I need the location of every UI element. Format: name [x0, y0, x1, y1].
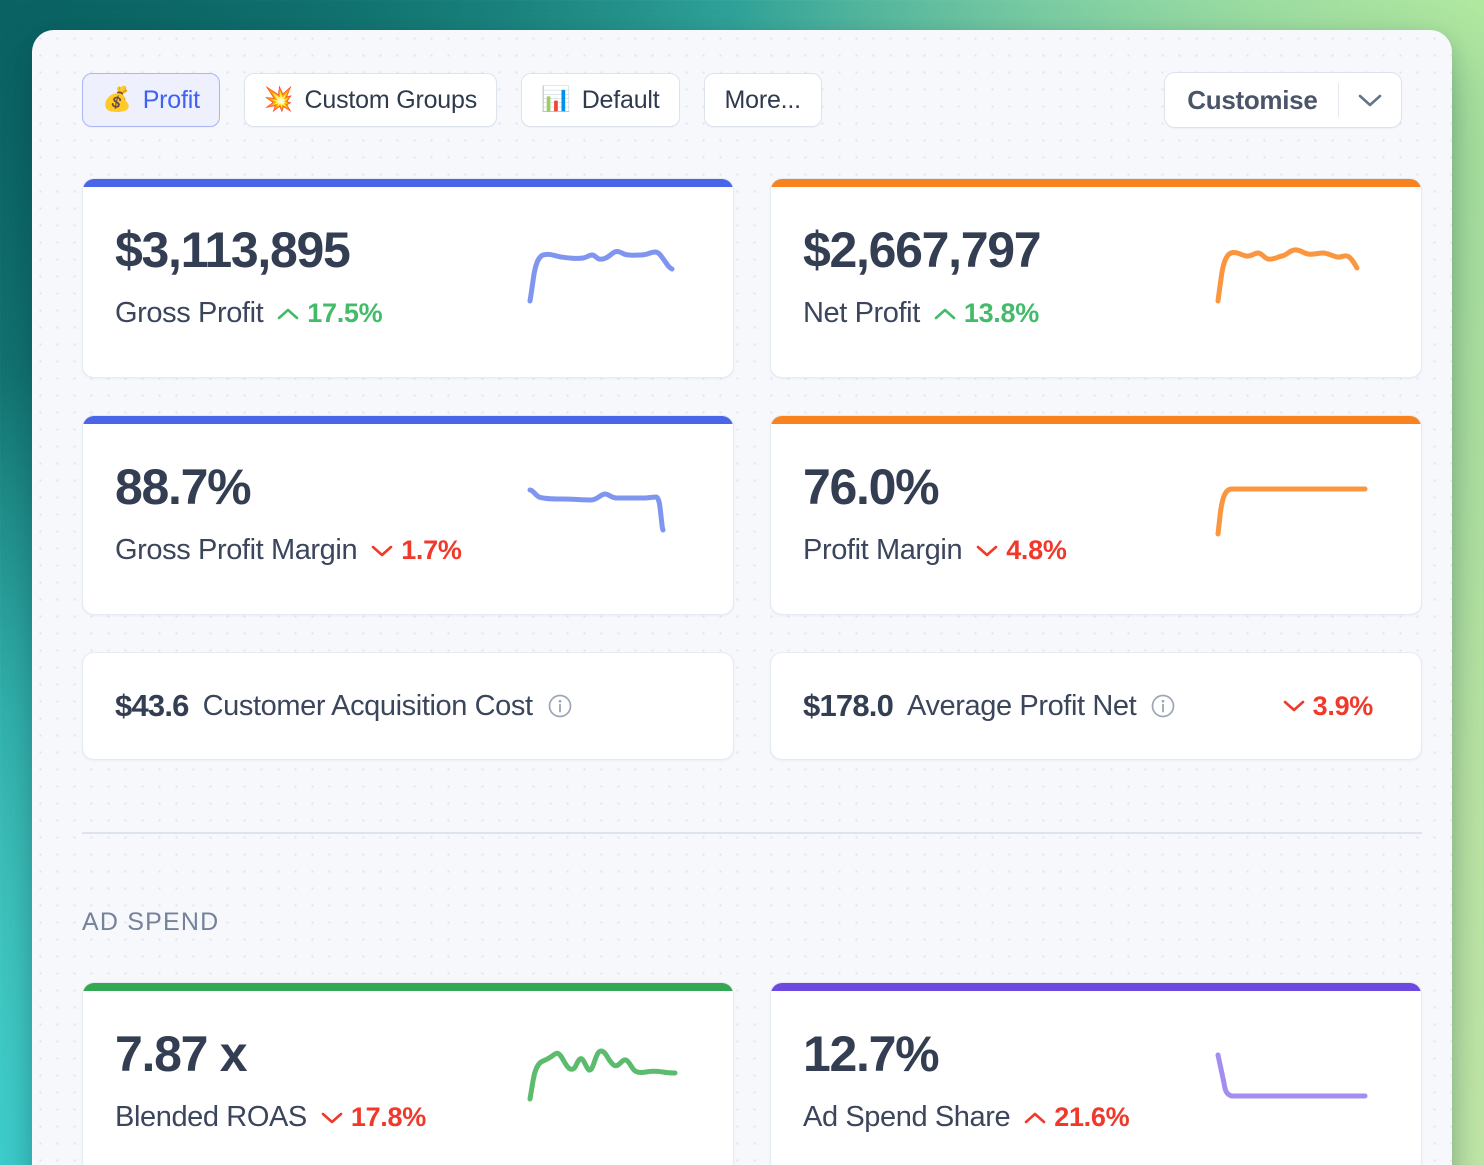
kpi-subline: Blended ROAS 17.8%: [115, 1101, 426, 1134]
arrow-down-icon: [371, 545, 393, 556]
card-gross-profit[interactable]: $3,113,895 Gross Profit 17.5%: [82, 178, 734, 378]
dashboard-window: 💰 Profit 💥 Custom Groups 📊 Default More.…: [32, 30, 1452, 1165]
kpi-subline: Profit Margin 4.8%: [803, 534, 1067, 567]
kpi-subline: Net Profit 13.8%: [803, 297, 1040, 330]
gross-profit-margin-sparkline: [525, 472, 685, 549]
card-accent-bar: [771, 179, 1421, 187]
compact-label: Average Profit Net: [907, 689, 1137, 722]
kpi-text: $2,667,797 Net Profit 13.8%: [803, 219, 1042, 330]
tab-more-label: More...: [724, 85, 802, 114]
sparkle-icon: 💥: [263, 86, 294, 113]
kpi-label: Gross Profit: [115, 297, 264, 329]
kpi-label: Gross Profit Margin: [115, 534, 358, 566]
kpi-delta-value: 17.5%: [307, 298, 383, 328]
card-blended-roas[interactable]: 7.87 x Blended ROAS 17.8%: [82, 982, 734, 1165]
kpi-delta-value: 13.8%: [963, 298, 1039, 328]
customise-label: Customise: [1187, 84, 1318, 115]
kpi-value: 7.87 x: [115, 1026, 248, 1082]
arrow-down-icon: [1283, 700, 1304, 712]
kpi-value: 76.0%: [803, 459, 940, 515]
ad-spend-share-sparkline: [1213, 1039, 1373, 1116]
card-gross-profit-margin[interactable]: 88.7% Gross Profit Margin 1.7%: [82, 415, 734, 615]
tab-profit-label: Profit: [142, 85, 200, 114]
kpi-delta: 1.7%: [370, 535, 462, 566]
card-ad-spend-share[interactable]: 12.7% Ad Spend Share 21.6%: [770, 982, 1422, 1165]
kpi-delta-value: 21.6%: [1054, 1102, 1130, 1132]
kpi-text: 12.7% Ad Spend Share 21.6%: [803, 1023, 1130, 1134]
tab-custom-groups[interactable]: 💥 Custom Groups: [243, 73, 497, 127]
customise-button[interactable]: Customise: [1164, 72, 1402, 128]
blended-roas-sparkline: [525, 1039, 685, 1116]
ad-spend-metrics-grid: 7.87 x Blended ROAS 17.8% 12.7% Ad Spend…: [82, 982, 1422, 1165]
compact-delta: 3.9%: [1282, 691, 1373, 722]
arrow-down-icon: [976, 545, 998, 556]
bar-chart-icon: 📊: [541, 86, 571, 113]
kpi-delta: 4.8%: [975, 535, 1067, 566]
kpi-value: 12.7%: [803, 1026, 940, 1082]
tab-default-label: Default: [581, 85, 660, 114]
card-accent-bar: [771, 983, 1421, 991]
kpi-subline: Gross Profit Margin 1.7%: [115, 534, 462, 567]
tab-default[interactable]: 📊 Default: [521, 73, 680, 127]
kpi-delta: 17.5%: [276, 298, 383, 329]
kpi-text: 76.0% Profit Margin 4.8%: [803, 456, 1067, 567]
kpi-delta-value: 17.8%: [350, 1102, 426, 1132]
arrow-up-icon: [1024, 1112, 1046, 1123]
kpi-subline: Gross Profit 17.5%: [115, 297, 383, 330]
kpi-delta: 13.8%: [933, 298, 1039, 329]
card-accent-bar: [83, 179, 733, 187]
kpi-text: 7.87 x Blended ROAS 17.8%: [115, 1023, 426, 1134]
card-accent-bar: [83, 416, 733, 424]
card-accent-bar: [771, 416, 1421, 424]
card-net-profit[interactable]: $2,667,797 Net Profit 13.8%: [770, 178, 1422, 378]
net-profit-sparkline: [1213, 235, 1373, 312]
card-average-profit-net[interactable]: $178.0 Average Profit Net 3.9%: [770, 652, 1422, 760]
tab-more[interactable]: More...: [703, 73, 822, 127]
card-accent-bar: [83, 983, 733, 991]
profit-metrics-grid: $3,113,895 Gross Profit 17.5% $2,667,797…: [82, 178, 1422, 760]
arrow-up-icon: [277, 308, 299, 319]
profit-margin-sparkline: [1213, 472, 1373, 549]
card-customer-acquisition-cost[interactable]: $43.6 Customer Acquisition Cost: [82, 652, 734, 760]
compact-delta-value: 3.9%: [1312, 690, 1374, 721]
kpi-subline: Ad Spend Share 21.6%: [803, 1101, 1130, 1134]
arrow-down-icon: [321, 1112, 343, 1123]
view-tabs: 💰 Profit 💥 Custom Groups 📊 Default More.…: [82, 73, 822, 127]
kpi-delta-value: 1.7%: [401, 535, 462, 565]
toolbar: 💰 Profit 💥 Custom Groups 📊 Default More.…: [32, 30, 1452, 170]
gross-profit-sparkline: [525, 235, 685, 312]
kpi-text: 88.7% Gross Profit Margin 1.7%: [115, 456, 462, 567]
info-icon[interactable]: [547, 693, 573, 719]
section-divider: [82, 832, 1422, 834]
kpi-value: $2,667,797: [803, 222, 1042, 278]
kpi-label: Profit Margin: [803, 534, 963, 566]
kpi-value: $3,113,895: [115, 222, 351, 278]
tab-profit[interactable]: 💰 Profit: [82, 73, 220, 127]
chevron-down-icon[interactable]: [1339, 91, 1401, 109]
compact-value: $43.6: [115, 688, 189, 723]
info-icon[interactable]: [1150, 693, 1176, 719]
compact-value: $178.0: [803, 688, 894, 723]
card-profit-margin[interactable]: 76.0% Profit Margin 4.8%: [770, 415, 1422, 615]
section-title-ad-spend: AD SPEND: [82, 908, 220, 936]
kpi-delta: 17.8%: [320, 1102, 426, 1133]
money-bag-icon: 💰: [102, 86, 132, 113]
kpi-value: 88.7%: [115, 459, 252, 515]
compact-label: Customer Acquisition Cost: [202, 689, 533, 722]
kpi-delta-value: 4.8%: [1006, 535, 1067, 565]
kpi-label: Net Profit: [803, 297, 920, 329]
kpi-delta: 21.6%: [1023, 1102, 1130, 1133]
arrow-up-icon: [934, 308, 956, 319]
tab-custom-groups-label: Custom Groups: [304, 85, 478, 114]
kpi-text: $3,113,895 Gross Profit 17.5%: [115, 219, 383, 330]
kpi-label: Blended ROAS: [115, 1101, 307, 1133]
kpi-label: Ad Spend Share: [803, 1101, 1011, 1133]
